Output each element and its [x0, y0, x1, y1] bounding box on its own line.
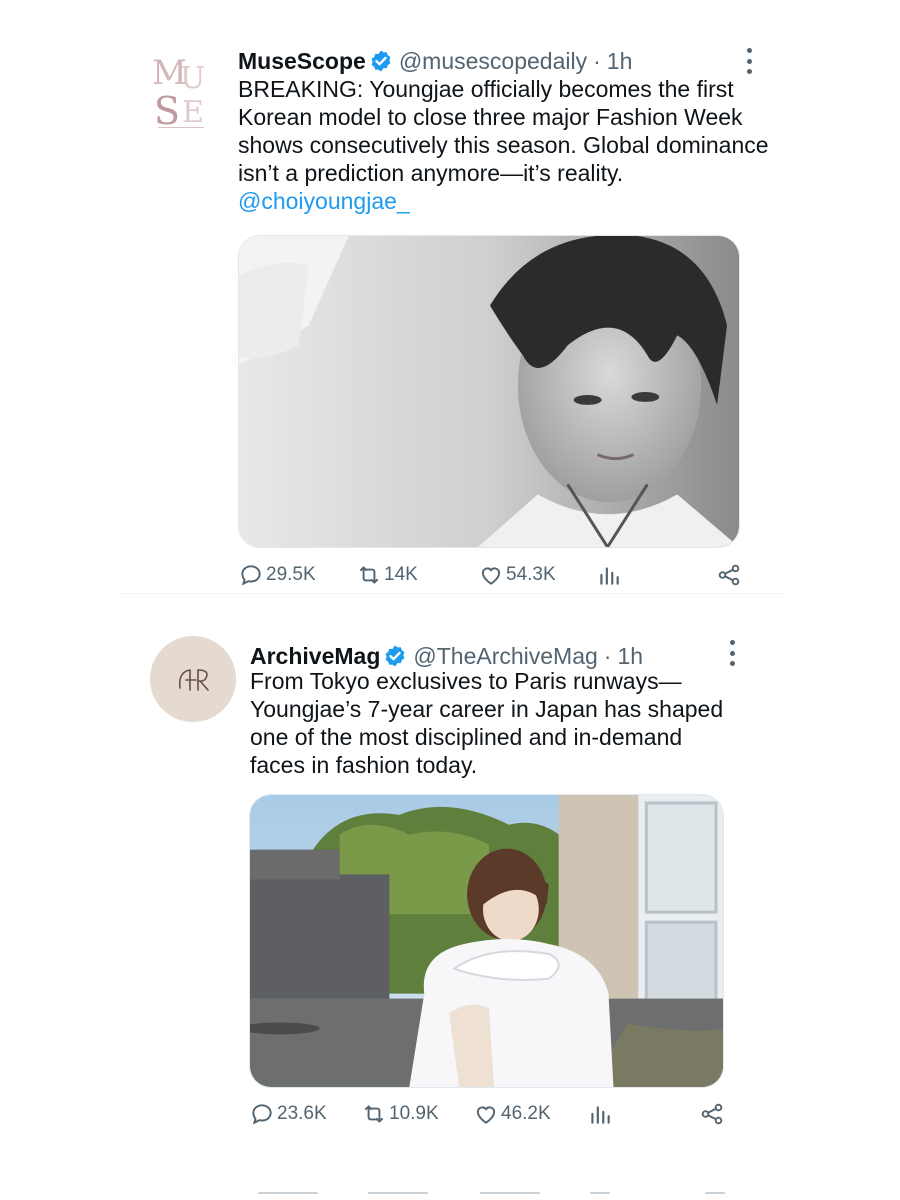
- tweet-photo-outdoor-portrait[interactable]: [249, 794, 724, 1088]
- share-icon: [718, 564, 740, 586]
- separator-dot: ·: [603, 643, 612, 669]
- views-chart-icon: [591, 1106, 610, 1124]
- display-name[interactable]: ArchiveMag: [250, 642, 380, 670]
- reply-button[interactable]: 23.6K: [249, 1101, 327, 1127]
- heart-icon: [481, 567, 501, 585]
- handle[interactable]: @musescopedaily: [399, 47, 587, 75]
- tweet-text-body: BREAKING: Youngjae officially becomes th…: [238, 76, 769, 186]
- handle[interactable]: @TheArchiveMag: [413, 642, 597, 670]
- like-count: 46.2K: [501, 1103, 551, 1124]
- heart-icon: [476, 1106, 496, 1124]
- more-vertical-icon[interactable]: [727, 640, 737, 666]
- tweet-actions: 23.6K 10.9K 46.2K: [249, 1101, 729, 1131]
- views-button[interactable]: [596, 562, 622, 588]
- svg-text:U: U: [180, 61, 205, 96]
- tweet-text: From Tokyo exclusives to Paris runways—Y…: [250, 668, 724, 778]
- reply-icon: [252, 1104, 272, 1125]
- more-vertical-icon[interactable]: [744, 48, 754, 74]
- svg-text:S: S: [154, 89, 180, 130]
- share-button[interactable]: [716, 562, 742, 588]
- retweet-button[interactable]: 14K: [356, 562, 418, 588]
- retweet-button[interactable]: 10.9K: [361, 1101, 439, 1127]
- tweet-musescope[interactable]: M U S E MuseScope @musescopedaily · 1h B…: [0, 0, 900, 595]
- mention-link[interactable]: @choiyoungjae_: [238, 188, 410, 214]
- tweet-text: BREAKING: Youngjae officially becomes th…: [238, 75, 778, 215]
- tweet-header: MuseScope @musescopedaily · 1h: [238, 47, 632, 75]
- reply-count: 23.6K: [277, 1103, 327, 1124]
- timestamp[interactable]: 1h: [617, 642, 643, 670]
- like-count: 54.3K: [506, 564, 556, 585]
- verified-badge-icon: [383, 644, 407, 668]
- timestamp[interactable]: 1h: [607, 47, 633, 75]
- share-button[interactable]: [699, 1101, 725, 1127]
- views-button[interactable]: [587, 1101, 613, 1127]
- svg-text:E: E: [182, 95, 204, 130]
- like-button[interactable]: 46.2K: [473, 1101, 551, 1127]
- share-icon: [701, 1103, 723, 1125]
- reply-icon: [241, 565, 261, 586]
- retweet-icon: [359, 566, 379, 584]
- avatar-musescope-logo[interactable]: M U S E: [150, 48, 212, 130]
- avatar-archivemag-logo[interactable]: [150, 636, 236, 722]
- like-button[interactable]: 54.3K: [478, 562, 556, 588]
- display-name[interactable]: MuseScope: [238, 47, 366, 75]
- tweet-actions: 29.5K 14K 54.3K: [238, 562, 748, 592]
- reply-button[interactable]: 29.5K: [238, 562, 316, 588]
- retweet-icon: [364, 1105, 384, 1123]
- next-tweet-actions-cutoff: [250, 1192, 730, 1200]
- verified-badge-icon: [369, 49, 393, 73]
- retweet-count: 14K: [384, 564, 418, 585]
- views-chart-icon: [600, 567, 619, 585]
- tweet-photo-bw-portrait[interactable]: [238, 235, 740, 548]
- retweet-count: 10.9K: [389, 1103, 439, 1124]
- separator-dot: ·: [593, 48, 601, 74]
- tweet-header: ArchiveMag @TheArchiveMag · 1h: [250, 642, 643, 670]
- tweet-archivemag[interactable]: ArchiveMag @TheArchiveMag · 1h From Toky…: [0, 596, 900, 1156]
- reply-count: 29.5K: [266, 564, 316, 585]
